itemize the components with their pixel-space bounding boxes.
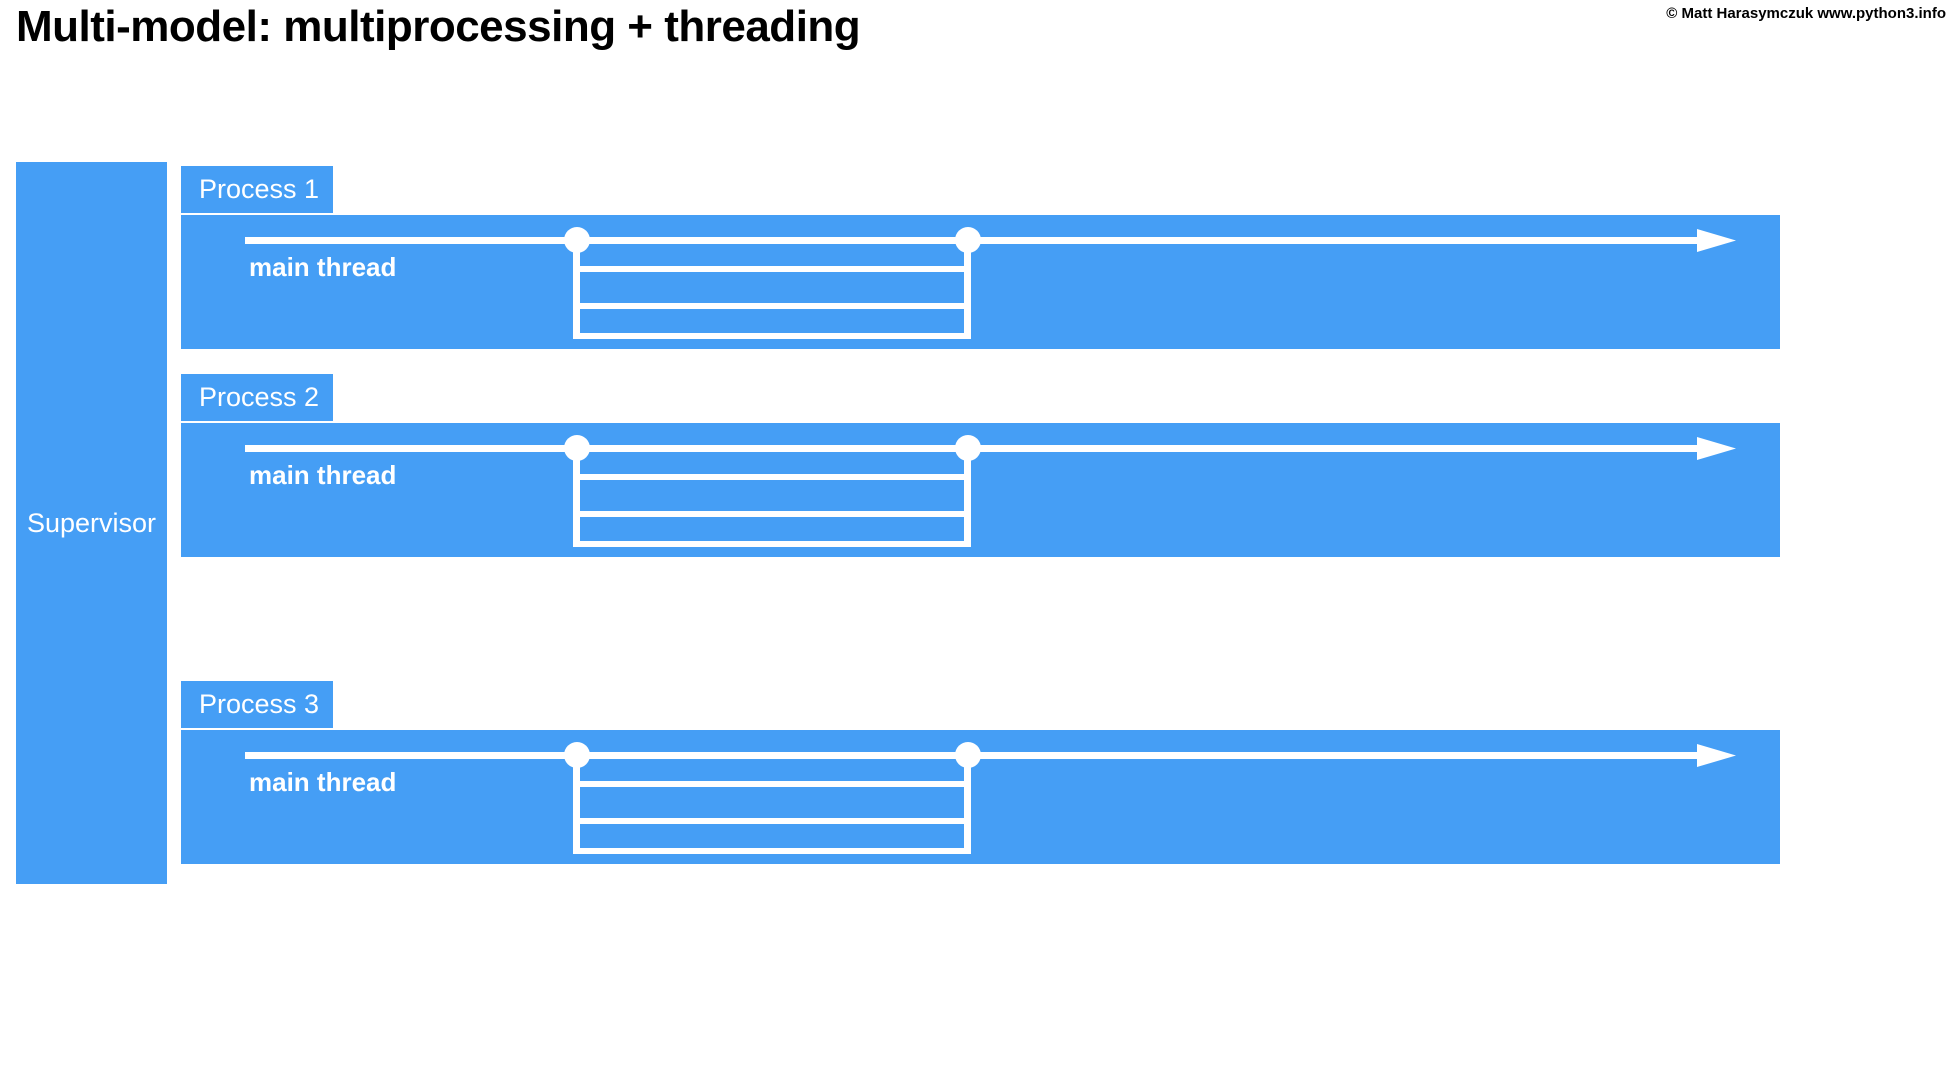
- worker-thread-line-2: [573, 511, 971, 517]
- supervisor-box: Supervisor: [16, 162, 167, 884]
- process-body-3: main thread: [181, 730, 1780, 864]
- supervisor-label: Supervisor: [26, 507, 157, 538]
- fork-dot-icon: [564, 742, 590, 768]
- join-branch-line: [964, 448, 971, 547]
- copyright-notice: © Matt Harasymczuk www.python3.info: [1666, 5, 1946, 22]
- process-tab-label: Process 2: [199, 382, 320, 412]
- join-branch-line: [964, 755, 971, 854]
- worker-thread-line-3: [573, 541, 971, 547]
- process-tab-2[interactable]: Process 2: [181, 374, 333, 421]
- arrowhead-icon: [1697, 229, 1736, 252]
- worker-thread-line-3: [573, 848, 971, 854]
- join-branch-line: [964, 240, 971, 339]
- worker-thread-line-2: [573, 303, 971, 309]
- process-tab-3[interactable]: Process 3: [181, 681, 333, 728]
- join-dot-icon: [955, 227, 981, 253]
- fork-dot-icon: [564, 227, 590, 253]
- main-thread-line: [245, 752, 1719, 759]
- process-tab-label: Process 3: [199, 689, 320, 719]
- process-tab-label: Process 1: [199, 174, 320, 204]
- page-title: Multi-model: multiprocessing + threading: [16, 2, 861, 51]
- thread-diagram-3: main thread: [181, 730, 1780, 864]
- thread-diagram-2: main thread: [181, 423, 1780, 557]
- worker-thread-line-1: [573, 474, 971, 480]
- process-body-1: main thread: [181, 215, 1780, 349]
- main-thread-line: [245, 445, 1719, 452]
- worker-thread-line-1: [573, 266, 971, 272]
- fork-dot-icon: [564, 435, 590, 461]
- process-body-2: main thread: [181, 423, 1780, 557]
- arrowhead-icon: [1697, 437, 1736, 460]
- fork-branch-line: [573, 755, 580, 854]
- thread-timeline-svg: [245, 227, 1736, 339]
- fork-branch-line: [573, 448, 580, 547]
- join-dot-icon: [955, 742, 981, 768]
- worker-thread-line-1: [573, 781, 971, 787]
- process-tab-1[interactable]: Process 1: [181, 166, 333, 213]
- fork-branch-line: [573, 240, 580, 339]
- thread-diagram-1: main thread: [181, 215, 1780, 349]
- worker-thread-line-3: [573, 333, 971, 339]
- join-dot-icon: [955, 435, 981, 461]
- arrowhead-icon: [1697, 744, 1736, 767]
- main-thread-line: [245, 237, 1719, 244]
- thread-timeline-svg: [245, 435, 1736, 547]
- thread-timeline-svg: [245, 742, 1736, 854]
- worker-thread-line-2: [573, 818, 971, 824]
